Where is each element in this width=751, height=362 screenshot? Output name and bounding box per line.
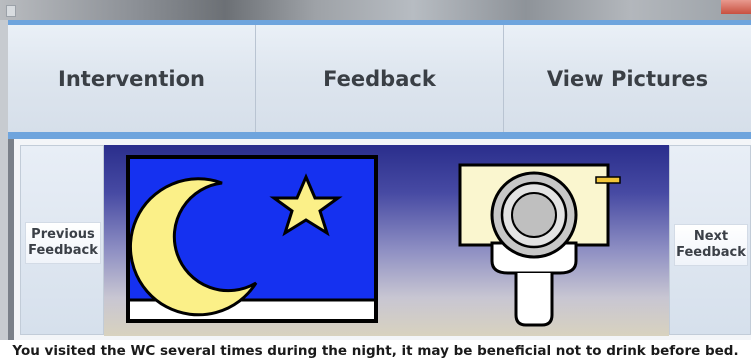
app-icon	[6, 5, 16, 17]
tab-feedback[interactable]: Feedback	[256, 25, 504, 132]
previous-feedback-button[interactable]: Previous Feedback	[25, 222, 101, 264]
tab-view-pictures[interactable]: View Pictures	[504, 25, 751, 132]
next-feedback-button[interactable]: Next Feedback	[674, 224, 748, 266]
feedback-picture-area	[104, 145, 669, 336]
moon-and-star-icon	[126, 155, 378, 323]
next-feedback-panel: Next Feedback	[669, 145, 751, 335]
window-titlebar	[0, 0, 751, 20]
content-left-rail	[8, 139, 14, 340]
close-window-button[interactable]	[721, 0, 751, 14]
window-frame-left	[0, 20, 8, 362]
feedback-message: You visited the WC several times during …	[0, 340, 751, 362]
previous-feedback-panel: Previous Feedback	[20, 145, 104, 335]
tab-intervention[interactable]: Intervention	[8, 25, 256, 132]
toilet-icon	[458, 163, 621, 327]
tab-divider	[8, 132, 751, 139]
main-tab-bar: Intervention Feedback View Pictures	[8, 20, 751, 132]
